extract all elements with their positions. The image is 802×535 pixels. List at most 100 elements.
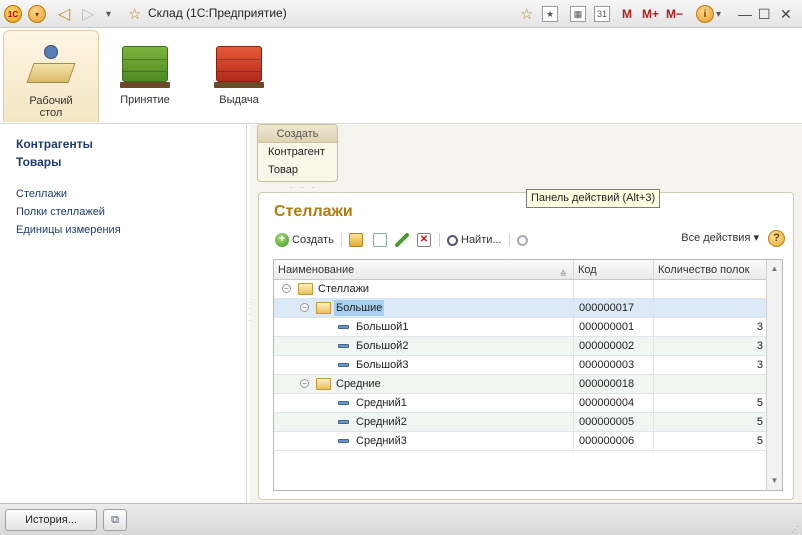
table-row[interactable]: Средний1 000000004 5 xyxy=(274,394,768,413)
create-group-button[interactable] xyxy=(349,231,366,249)
sections-panel: Рабочий стол Принятие Выдача xyxy=(0,28,802,124)
create-panel-title: Создать xyxy=(258,125,337,143)
row-qty xyxy=(654,375,768,393)
minimize-icon: — xyxy=(738,6,752,22)
row-qty: 5 xyxy=(654,432,768,450)
table-row[interactable]: Средний2 000000005 5 xyxy=(274,413,768,432)
table-row[interactable]: Большой3 000000003 3 xyxy=(274,356,768,375)
collapse-icon[interactable]: − xyxy=(282,284,291,293)
item-icon xyxy=(338,439,349,443)
info-button[interactable]: i xyxy=(696,4,714,24)
cancel-search-icon xyxy=(517,234,528,246)
app-logo[interactable]: 1С xyxy=(4,4,22,24)
cancel-search-button[interactable] xyxy=(517,231,531,249)
add-favorite-button[interactable]: ☆ xyxy=(520,4,533,24)
calendar-icon: 31 xyxy=(594,6,610,22)
table-row[interactable]: − Большие 000000017 xyxy=(274,299,768,318)
info-dropdown-button[interactable]: ▾ xyxy=(716,4,721,24)
calculator-button[interactable]: ▦ xyxy=(570,4,586,24)
history-button[interactable]: История... xyxy=(5,509,97,531)
row-name: Большой2 xyxy=(356,340,409,352)
plus-icon: + xyxy=(275,233,289,247)
close-button[interactable]: ✕ xyxy=(780,4,792,24)
table-row[interactable]: Средний3 000000006 5 xyxy=(274,432,768,451)
nav-item-rack-shelves[interactable]: Полки стеллажей xyxy=(16,206,105,218)
table-row[interactable]: Большой2 000000002 3 xyxy=(274,337,768,356)
create-panel-resize-handle[interactable]: · · · xyxy=(290,183,317,192)
row-name: Средний2 xyxy=(356,416,407,428)
scroll-down-icon[interactable]: ▼ xyxy=(767,472,782,490)
collapse-icon[interactable]: − xyxy=(300,303,309,312)
maximize-button[interactable]: ☐ xyxy=(758,4,771,24)
row-name: Стеллажи xyxy=(318,283,370,295)
row-code: 000000017 xyxy=(574,299,654,317)
table-row[interactable]: − Средние 000000018 xyxy=(274,375,768,394)
find-button[interactable]: Найти... xyxy=(447,231,502,249)
chevron-down-icon: ▾ xyxy=(106,8,112,20)
folder-icon xyxy=(298,283,313,295)
row-qty: 3 xyxy=(654,318,768,336)
copy-button[interactable] xyxy=(373,231,390,249)
column-header-name[interactable]: Наименование ≙ xyxy=(274,260,574,280)
memory-plus-label: M+ xyxy=(642,7,660,21)
row-code: 000000003 xyxy=(574,356,654,374)
memory-minus-button[interactable]: M− xyxy=(666,4,683,24)
row-code: 000000002 xyxy=(574,337,654,355)
minimize-button[interactable]: — xyxy=(738,4,752,24)
arrow-right-icon: ▷ xyxy=(82,6,95,23)
forward-button[interactable]: ▷ xyxy=(82,4,94,24)
edit-button[interactable] xyxy=(395,231,412,249)
main-menu-button[interactable]: ▾ xyxy=(28,4,46,24)
favorites-button[interactable]: ☆ xyxy=(128,4,141,24)
create-goods-link[interactable]: Товар xyxy=(258,161,337,179)
help-button[interactable]: ? xyxy=(768,230,785,247)
section-label: Рабочий стол xyxy=(29,95,73,119)
copy-icon xyxy=(373,233,387,247)
nav-item-counterparties[interactable]: Контрагенты xyxy=(16,137,93,151)
row-name: Средний3 xyxy=(356,435,407,447)
memory-button[interactable]: M xyxy=(622,4,632,24)
section-label: Принятие xyxy=(120,94,170,106)
memory-label: M xyxy=(622,7,632,21)
racks-table[interactable]: Наименование ≙ Код Количество полок − Ст… xyxy=(273,259,783,491)
vertical-scrollbar[interactable]: ▲ ▼ xyxy=(766,260,782,490)
table-header: Наименование ≙ Код Количество полок xyxy=(274,260,768,280)
item-icon xyxy=(338,363,349,367)
copy-link-button[interactable]: ★ xyxy=(542,4,558,24)
row-code xyxy=(574,280,654,298)
logo-1c-icon: 1С xyxy=(4,5,22,23)
section-receiving[interactable]: Принятие xyxy=(97,30,193,122)
delete-mark-button[interactable]: ✕ xyxy=(417,231,434,249)
collapse-icon[interactable]: − xyxy=(300,379,309,388)
create-button-label: Создать xyxy=(292,234,334,246)
section-desktop[interactable]: Рабочий стол xyxy=(3,30,99,122)
create-counterparty-link[interactable]: Контрагент xyxy=(258,143,337,161)
column-header-label: Наименование xyxy=(278,264,355,276)
table-row[interactable]: − Стеллажи xyxy=(274,280,768,299)
memory-plus-button[interactable]: M+ xyxy=(642,4,659,24)
column-header-shelves-count[interactable]: Количество полок xyxy=(654,260,768,280)
all-actions-button[interactable]: Все действия ▾ xyxy=(681,231,759,244)
action-panel-tooltip: Панель действий (Alt+3) xyxy=(526,189,661,208)
nav-item-racks[interactable]: Стеллажи xyxy=(16,188,67,200)
item-icon xyxy=(338,401,349,405)
close-icon: ✕ xyxy=(780,5,792,22)
calendar-button[interactable]: 31 xyxy=(594,4,610,24)
table-row[interactable]: Большой1 000000001 3 xyxy=(274,318,768,337)
row-qty xyxy=(654,280,768,298)
history-dropdown-button[interactable]: ▾ xyxy=(106,4,111,24)
column-header-code[interactable]: Код xyxy=(574,260,654,280)
back-button[interactable]: ◁ xyxy=(58,4,70,24)
row-name: Большой3 xyxy=(356,359,409,371)
resize-grip-icon[interactable]: ⋰ xyxy=(791,526,799,534)
item-icon xyxy=(338,325,349,329)
pencil-icon xyxy=(395,233,409,247)
scroll-up-icon[interactable]: ▲ xyxy=(767,260,782,278)
create-button[interactable]: + Создать xyxy=(275,231,334,249)
navigation-panel: Контрагенты Товары Стеллажи Полки стелла… xyxy=(0,125,247,503)
memory-minus-label: M− xyxy=(666,7,684,21)
section-issuing[interactable]: Выдача xyxy=(191,30,287,122)
nav-item-units[interactable]: Единицы измерения xyxy=(16,224,121,236)
windows-button[interactable]: ⧉ xyxy=(103,509,127,531)
nav-item-goods[interactable]: Товары xyxy=(16,155,61,169)
